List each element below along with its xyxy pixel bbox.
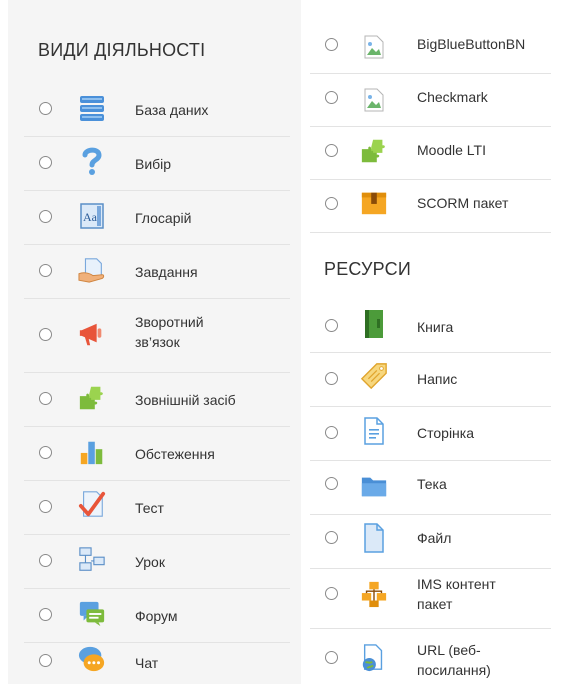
- resource-label: Напис: [417, 371, 458, 387]
- radio-button[interactable]: [325, 319, 338, 332]
- page-icon: [360, 417, 388, 445]
- radio-button[interactable]: [325, 372, 338, 385]
- activity-label: Зворотний зв’язок: [135, 314, 204, 350]
- puzzle-icon: [360, 137, 388, 165]
- radio-button[interactable]: [325, 38, 338, 51]
- resource-label: Файл: [417, 530, 452, 546]
- activities-column: ВИДИ ДІЯЛЬНОСТІ База даних Вибір Aa Глос…: [24, 0, 290, 684]
- lesson-icon: [78, 546, 106, 574]
- activity-label: Checkmark: [417, 89, 488, 105]
- radio-button[interactable]: [39, 210, 52, 223]
- resource-item-page[interactable]: Сторінка: [310, 406, 551, 461]
- megaphone-icon: [78, 320, 106, 348]
- radio-button[interactable]: [325, 197, 338, 210]
- resource-label: Сторінка: [417, 425, 474, 441]
- file-icon: [360, 523, 388, 553]
- resources-title: РЕСУРСИ: [324, 259, 411, 279]
- glossary-icon: Aa: [78, 202, 106, 230]
- activity-label: Завдання: [135, 264, 198, 280]
- database-icon: [78, 95, 106, 123]
- assignment-icon: [78, 256, 106, 284]
- forum-icon: [78, 600, 106, 628]
- activity-item-chat[interactable]: Чат: [24, 642, 290, 696]
- checkmark-icon: [78, 490, 106, 518]
- activity-label: Форум: [135, 608, 178, 624]
- activity-item-forum[interactable]: Форум: [24, 588, 290, 643]
- activities-title: ВИДИ ДІЯЛЬНОСТІ: [38, 40, 206, 60]
- radio-button[interactable]: [39, 328, 52, 341]
- activity-item-checkmark[interactable]: Checkmark: [310, 73, 551, 127]
- broken-image-icon: [360, 86, 388, 114]
- question-icon: [78, 147, 106, 175]
- activity-item-assignment[interactable]: Завдання: [24, 244, 290, 299]
- radio-button[interactable]: [39, 608, 52, 621]
- resource-label: Книга: [417, 319, 454, 335]
- activity-label: Урок: [135, 554, 165, 570]
- bar-chart-icon: [78, 438, 106, 466]
- activity-item-glossary[interactable]: Aa Глосарій: [24, 190, 290, 245]
- chat-icon: [78, 645, 106, 673]
- url-icon: [360, 644, 388, 672]
- activity-item-choice[interactable]: Вибір: [24, 136, 290, 191]
- radio-button[interactable]: [39, 156, 52, 169]
- activity-label: Вибір: [135, 156, 172, 172]
- activity-item-survey[interactable]: Обстеження: [24, 426, 290, 481]
- activity-label: База даних: [135, 102, 209, 118]
- activity-label: Зовнішній засіб: [135, 392, 236, 408]
- svg-text:Aa: Aa: [83, 210, 98, 224]
- resource-item-file[interactable]: Файл: [310, 514, 551, 569]
- book-icon: [360, 310, 388, 338]
- radio-button[interactable]: [39, 102, 52, 115]
- activity-item-moodle-lti[interactable]: Moodle LTI: [310, 126, 551, 180]
- radio-button[interactable]: [39, 392, 52, 405]
- radio-button[interactable]: [39, 446, 52, 459]
- radio-button[interactable]: [39, 500, 52, 513]
- radio-button[interactable]: [325, 426, 338, 439]
- radio-button[interactable]: [325, 651, 338, 664]
- radio-button[interactable]: [39, 264, 52, 277]
- activity-label: Тест: [135, 500, 164, 516]
- activity-item-bigbluebutton[interactable]: BigBlueButtonBN: [310, 20, 551, 74]
- activity-label: Глосарій: [135, 210, 192, 226]
- radio-button[interactable]: [325, 531, 338, 544]
- radio-button[interactable]: [39, 554, 52, 567]
- resource-item-ims-package[interactable]: IMS контент пакет: [310, 568, 551, 629]
- ims-package-icon: [360, 580, 388, 608]
- puzzle-icon: [78, 384, 106, 412]
- resource-item-label[interactable]: Напис: [310, 352, 551, 407]
- folder-icon: [360, 472, 388, 500]
- resources-column: BigBlueButtonBN Checkmark Moodle LTI SCO…: [310, 0, 551, 684]
- activity-item-lesson[interactable]: Урок: [24, 534, 290, 589]
- label-tag-icon: [360, 362, 388, 390]
- activity-label: SCORM пакет: [417, 195, 509, 211]
- radio-button[interactable]: [39, 654, 52, 667]
- radio-button[interactable]: [325, 477, 338, 490]
- activity-item-feedback[interactable]: Зворотний зв’язок: [24, 298, 290, 373]
- resource-item-book[interactable]: Книга: [310, 298, 551, 353]
- resource-item-folder[interactable]: Тека: [310, 460, 551, 515]
- activity-label: Обстеження: [135, 446, 215, 462]
- radio-button[interactable]: [325, 587, 338, 600]
- activity-label: BigBlueButtonBN: [417, 36, 526, 52]
- broken-image-icon: [360, 33, 388, 61]
- scorm-package-icon: [360, 189, 388, 217]
- radio-button[interactable]: [325, 91, 338, 104]
- radio-button[interactable]: [325, 144, 338, 157]
- resource-label: URL (веб-посилання): [417, 642, 491, 678]
- activity-label: Moodle LTI: [417, 142, 486, 158]
- activity-item-external-tool[interactable]: Зовнішній засіб: [24, 372, 290, 427]
- resource-label: IMS контент пакет: [417, 576, 496, 612]
- resource-item-url[interactable]: URL (веб-посилання): [310, 628, 551, 684]
- activity-item-scorm[interactable]: SCORM пакет: [310, 179, 551, 233]
- activity-item-database[interactable]: База даних: [24, 82, 290, 137]
- activity-item-quiz[interactable]: Тест: [24, 480, 290, 535]
- resource-label: Тека: [417, 476, 447, 492]
- activity-label: Чат: [135, 655, 159, 671]
